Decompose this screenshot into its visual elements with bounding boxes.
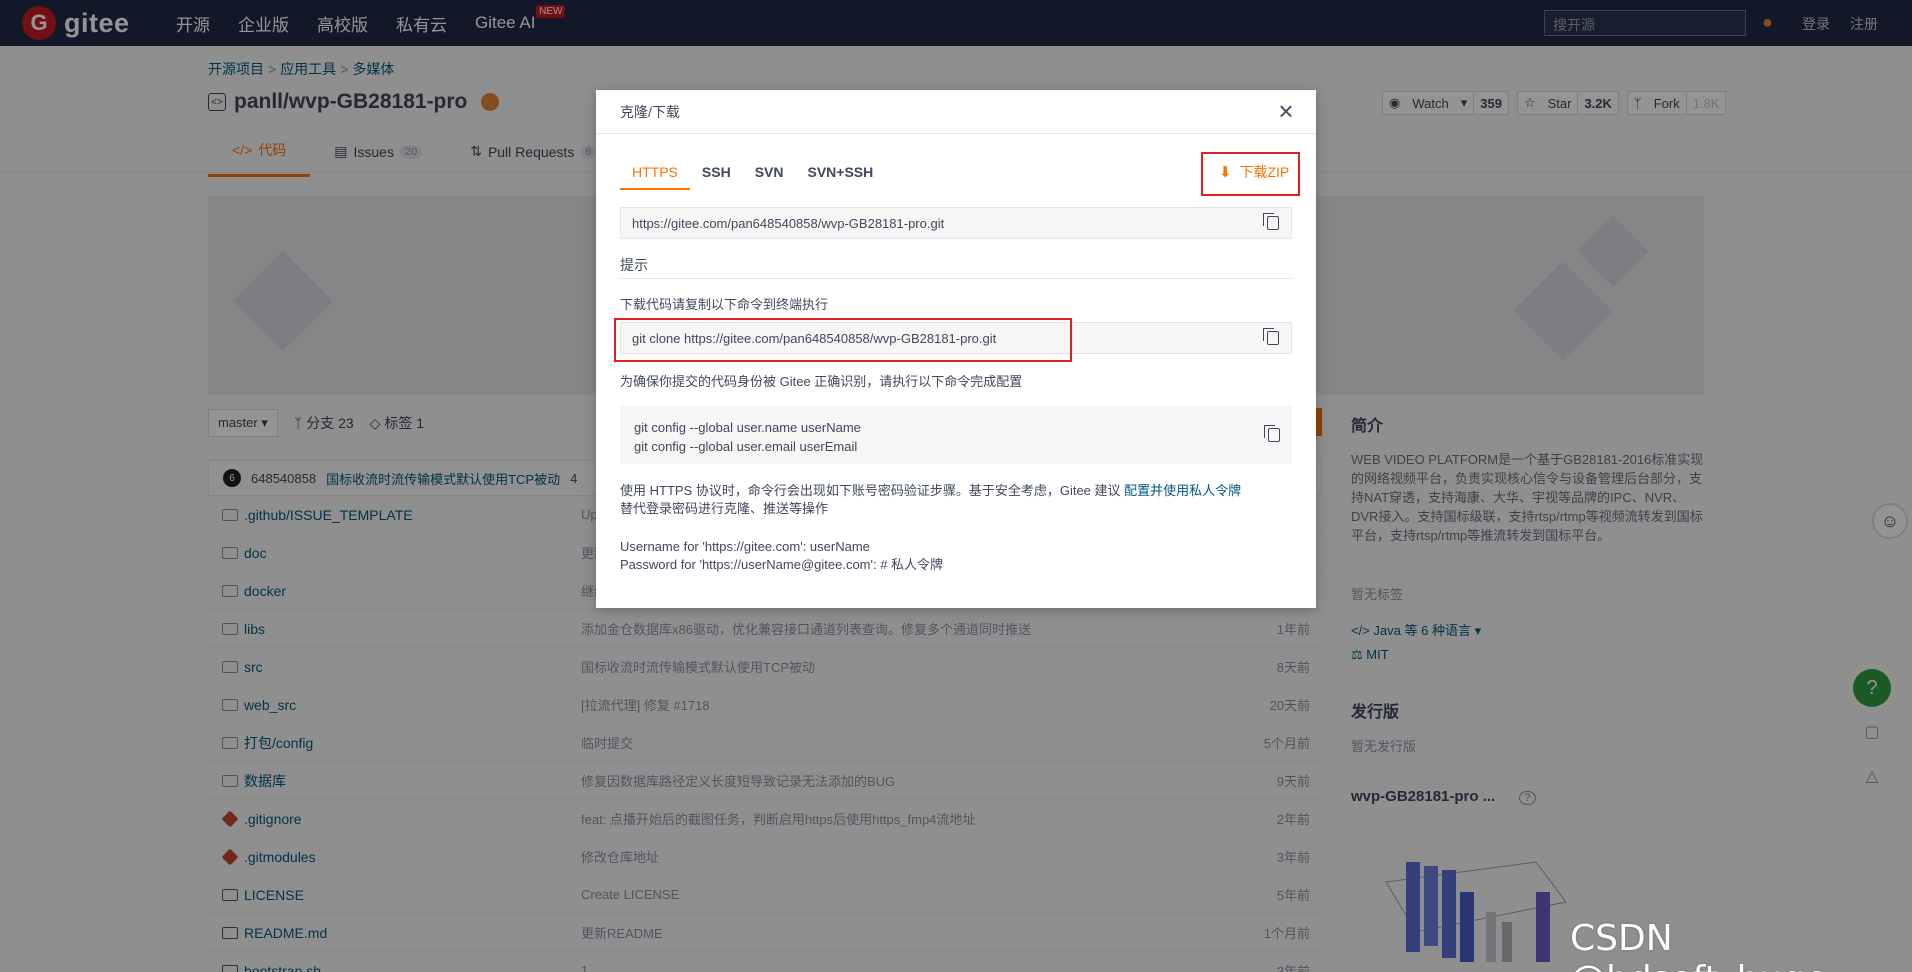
copy-icon[interactable]: [1264, 425, 1280, 442]
tab-svn[interactable]: SVN: [743, 158, 796, 190]
hint-divider: [620, 278, 1292, 279]
tab-ssh[interactable]: SSH: [690, 158, 743, 190]
repo-url-field[interactable]: https://gitee.com/pan648540858/wvp-GB281…: [620, 207, 1292, 239]
download-zip-label: 下载ZIP: [1239, 164, 1290, 180]
download-icon: ⬇: [1218, 164, 1232, 181]
tab-https[interactable]: HTTPS: [620, 158, 690, 190]
config-line-email: git config --global user.email userEmail: [634, 439, 858, 454]
username-line: Username for 'https://gitee.com': userNa…: [620, 539, 870, 554]
password-line: Password for 'https://userName@gitee.com…: [620, 557, 944, 572]
config-line-name: git config --global user.name userName: [634, 420, 861, 435]
copy-icon[interactable]: [1263, 213, 1279, 230]
identity-instruction: 为确保你提交的代码身份被 Gitee 正确识别，请执行以下命令完成配置: [620, 374, 1023, 389]
watermark: CSDN @hdsoft_huge: [1570, 918, 1827, 972]
tab-svn-ssh[interactable]: SVN+SSH: [795, 158, 885, 190]
clone-instruction: 下载代码请复制以下命令到终端执行: [620, 297, 829, 312]
copy-icon[interactable]: [1263, 328, 1279, 345]
close-icon[interactable]: ×: [1274, 98, 1298, 124]
https-note-prefix: 使用 HTTPS 协议时，命令行会出现如下账号密码验证步骤。基于安全考虑，Git…: [620, 483, 1121, 498]
config-command-block[interactable]: git config --global user.name userName g…: [620, 406, 1292, 464]
clone-download-modal: 克隆/下载 × HTTPS SSH SVN SVN+SSH ⬇ 下载ZIP ht…: [596, 90, 1316, 608]
clone-command-text: git clone https://gitee.com/pan648540858…: [632, 330, 997, 346]
clone-command-field[interactable]: git clone https://gitee.com/pan648540858…: [620, 322, 1292, 354]
hint-title: 提示: [620, 257, 648, 273]
download-zip-button[interactable]: ⬇ 下载ZIP: [1213, 154, 1295, 190]
modal-title: 克隆/下载: [620, 103, 680, 120]
repo-url-text: https://gitee.com/pan648540858/wvp-GB281…: [632, 215, 945, 231]
https-note-suffix: 替代登录密码进行克隆、推送等操作: [620, 501, 829, 516]
https-note: 使用 HTTPS 协议时，命令行会出现如下账号密码验证步骤。基于安全考虑，Git…: [620, 482, 1292, 518]
token-link[interactable]: 配置并使用私人令牌: [1124, 483, 1241, 498]
protocol-tabs: HTTPS SSH SVN SVN+SSH: [620, 158, 885, 190]
modal-header: 克隆/下载 ×: [596, 90, 1316, 134]
credential-prompt: Username for 'https://gitee.com': userNa…: [620, 538, 943, 574]
